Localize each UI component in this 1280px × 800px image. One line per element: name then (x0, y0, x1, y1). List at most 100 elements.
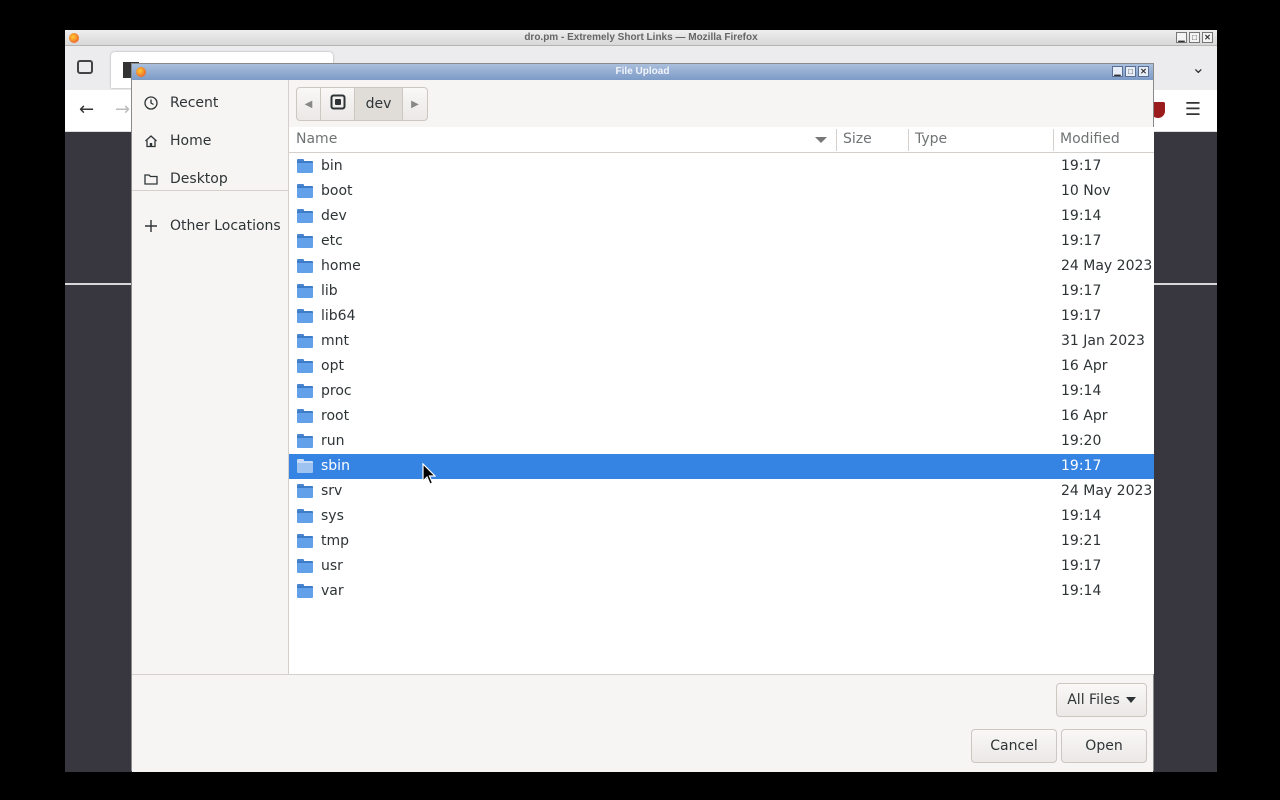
file-modified: 19:14 (1061, 383, 1102, 399)
firefox-logo-icon (69, 33, 79, 43)
file-name: home (321, 258, 361, 274)
chevron-down-icon[interactable]: ⌄ (1192, 58, 1205, 77)
minimize-button[interactable]: ▁ (1176, 32, 1187, 43)
file-modified: 24 May 2023 (1061, 258, 1153, 274)
caret-down-icon (1125, 697, 1136, 703)
file-row[interactable]: lib64 19:17 (289, 304, 1154, 329)
folder-icon (297, 384, 313, 398)
column-size[interactable]: Size (843, 131, 872, 147)
open-button[interactable]: Open (1061, 729, 1147, 763)
file-modified: 19:17 (1061, 308, 1102, 324)
folder-icon (297, 259, 313, 273)
file-modified: 19:17 (1061, 233, 1102, 249)
file-row[interactable]: root 16 Apr (289, 404, 1154, 429)
file-name: mnt (321, 333, 349, 349)
file-modified: 16 Apr (1061, 408, 1108, 424)
column-modified[interactable]: Modified (1060, 131, 1120, 147)
folder-icon (297, 334, 313, 348)
sidebar-item-home[interactable]: Home (132, 124, 289, 158)
file-row[interactable]: var 19:14 (289, 579, 1154, 604)
file-upload-dialog: File Upload ▁ □ ✕ Recent Home Desktop Ot… (131, 63, 1154, 772)
file-modified: 31 Jan 2023 (1061, 333, 1145, 349)
places-sidebar: Recent Home Desktop Other Locations (132, 80, 289, 674)
dialog-close-button[interactable]: ✕ (1138, 66, 1149, 77)
path-segment-current[interactable]: dev (355, 88, 403, 120)
folder-icon (297, 534, 313, 548)
column-type[interactable]: Type (915, 131, 947, 147)
file-row[interactable]: lib 19:17 (289, 279, 1154, 304)
file-row[interactable]: home 24 May 2023 (289, 254, 1154, 279)
folder-icon (132, 172, 170, 186)
file-row[interactable]: etc 19:17 (289, 229, 1154, 254)
file-row[interactable]: dev 19:14 (289, 204, 1154, 229)
file-row[interactable]: tmp 19:21 (289, 529, 1154, 554)
firefox-logo-icon (136, 67, 146, 77)
file-name: lib64 (321, 308, 356, 324)
sidebar-divider (132, 190, 289, 191)
column-divider (836, 129, 837, 151)
file-filter-label: All Files (1067, 692, 1120, 708)
path-bar: ◀ dev ▶ (296, 87, 428, 121)
file-modified: 16 Apr (1061, 358, 1108, 374)
file-row[interactable]: sbin 19:17 (289, 454, 1154, 479)
maximize-button[interactable]: □ (1189, 32, 1200, 43)
file-modified: 19:17 (1061, 283, 1102, 299)
back-arrow-icon[interactable]: ← (79, 99, 94, 120)
file-name: dev (321, 208, 347, 224)
plus-icon (132, 219, 170, 233)
sidebar-item-label: Other Locations (170, 218, 281, 234)
dialog-minimize-button[interactable]: ▁ (1112, 66, 1123, 77)
file-row[interactable]: sys 19:14 (289, 504, 1154, 529)
folder-icon (297, 559, 313, 573)
file-name: etc (321, 233, 343, 249)
folder-icon (297, 409, 313, 423)
dialog-titlebar: File Upload ▁ □ ✕ (132, 64, 1153, 80)
file-row[interactable]: boot 10 Nov (289, 179, 1154, 204)
sidebar-item-label: Recent (170, 95, 219, 111)
file-modified: 19:14 (1061, 508, 1102, 524)
close-button[interactable]: ✕ (1202, 32, 1213, 43)
file-row[interactable]: srv 24 May 2023 (289, 479, 1154, 504)
folder-icon (297, 484, 313, 498)
file-modified: 19:21 (1061, 533, 1102, 549)
file-row[interactable]: usr 19:17 (289, 554, 1154, 579)
file-row[interactable]: opt 16 Apr (289, 354, 1154, 379)
folder-icon (297, 284, 313, 298)
file-name: boot (321, 183, 353, 199)
file-modified: 24 May 2023 (1061, 483, 1153, 499)
dialog-maximize-button[interactable]: □ (1125, 66, 1136, 77)
file-row[interactable]: bin 19:17 (289, 154, 1154, 179)
file-list: Name Size Type Modified bin 19:17 boot 10 N… (289, 127, 1154, 674)
forward-arrow-icon[interactable]: → (115, 99, 130, 120)
dialog-footer: All Files Cancel Open (132, 674, 1153, 772)
sidebar-item-recent[interactable]: Recent (132, 86, 289, 120)
file-name: var (321, 583, 344, 599)
path-root-button[interactable] (321, 88, 355, 120)
hamburger-menu-icon[interactable]: ☰ (1185, 99, 1201, 120)
column-divider (908, 129, 909, 151)
path-scroll-left-button[interactable]: ◀ (297, 88, 321, 120)
file-row[interactable]: run 19:20 (289, 429, 1154, 454)
file-name: lib (321, 283, 338, 299)
sort-descending-icon (815, 137, 827, 143)
file-modified: 19:17 (1061, 158, 1102, 174)
file-row[interactable]: proc 19:14 (289, 379, 1154, 404)
column-divider (1053, 129, 1054, 151)
file-filter-dropdown[interactable]: All Files (1056, 683, 1147, 717)
cancel-button[interactable]: Cancel (971, 729, 1057, 763)
sidebar-item-other-locations[interactable]: Other Locations (132, 209, 289, 243)
sidebar-item-label: Home (170, 133, 212, 149)
clock-icon (132, 96, 170, 110)
column-header: Name Size Type Modified (289, 127, 1154, 153)
dialog-title: File Upload (615, 66, 670, 77)
path-scroll-right-button[interactable]: ▶ (403, 88, 427, 120)
tab-overview-icon[interactable] (77, 60, 93, 74)
folder-icon (297, 584, 313, 598)
column-name[interactable]: Name (296, 131, 337, 147)
file-row[interactable]: mnt 31 Jan 2023 (289, 329, 1154, 354)
file-name: sys (321, 508, 344, 524)
folder-icon (297, 234, 313, 248)
folder-icon (297, 434, 313, 448)
file-name: srv (321, 483, 343, 499)
file-modified: 19:14 (1061, 208, 1102, 224)
